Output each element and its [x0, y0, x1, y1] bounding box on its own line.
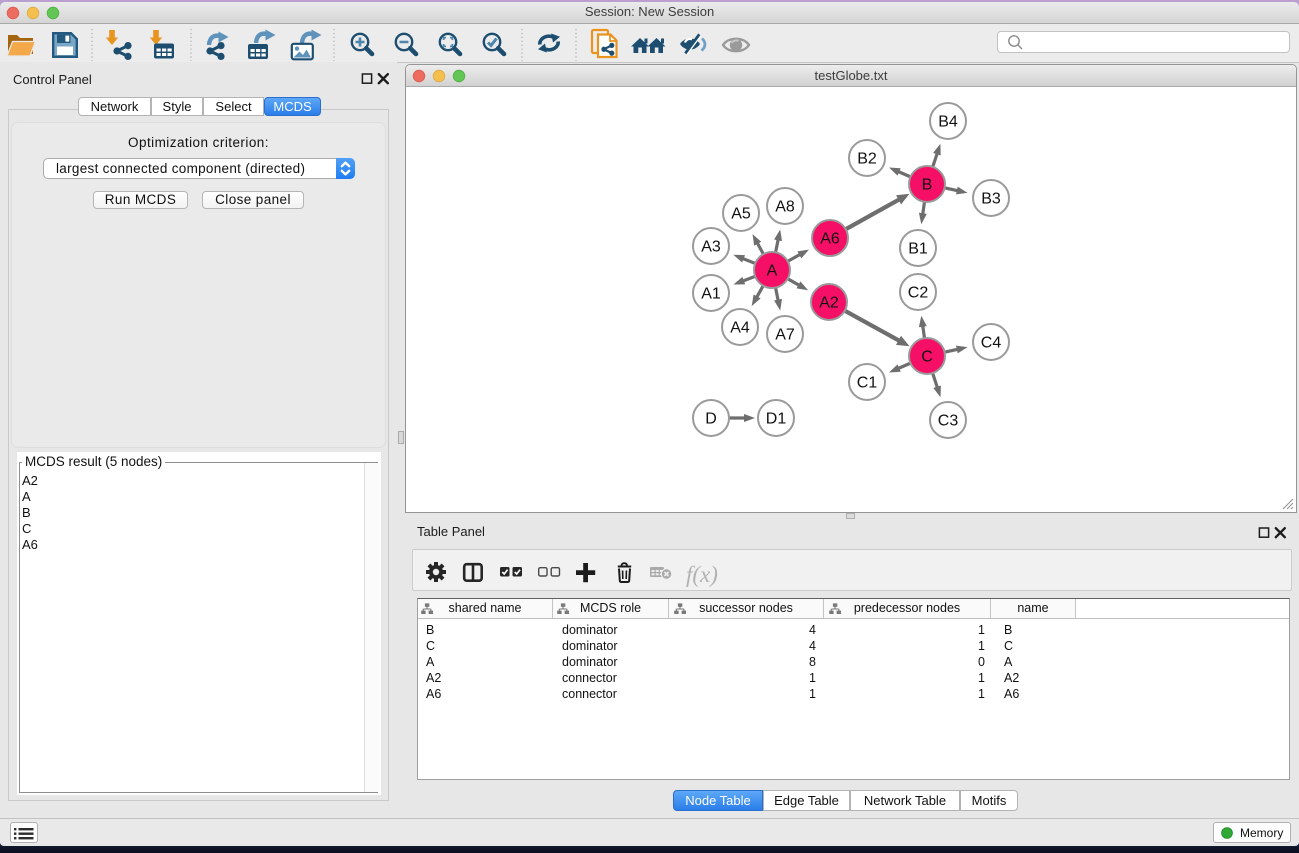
svg-text:C4: C4 — [981, 335, 1002, 352]
svg-text:B2: B2 — [857, 151, 877, 168]
svg-text:B1: B1 — [908, 241, 928, 258]
svg-text:C: C — [921, 349, 933, 366]
svg-text:A5: A5 — [731, 206, 751, 223]
svg-text:D: D — [705, 411, 717, 428]
svg-text:C1: C1 — [857, 375, 878, 392]
svg-text:B3: B3 — [981, 191, 1001, 208]
svg-text:D1: D1 — [766, 411, 787, 428]
svg-text:A4: A4 — [730, 320, 750, 337]
svg-text:A2: A2 — [819, 295, 839, 312]
svg-text:f(x): f(x) — [686, 562, 718, 587]
svg-text:C2: C2 — [908, 285, 929, 302]
svg-text:A3: A3 — [701, 239, 721, 256]
svg-text:B4: B4 — [938, 114, 958, 131]
svg-text:A1: A1 — [701, 286, 721, 303]
svg-text:A8: A8 — [775, 199, 795, 216]
svg-text:A6: A6 — [820, 231, 840, 248]
svg-text:A: A — [767, 263, 778, 280]
svg-text:A7: A7 — [775, 327, 795, 344]
svg-text:C3: C3 — [938, 413, 959, 430]
svg-text:B: B — [922, 177, 933, 194]
